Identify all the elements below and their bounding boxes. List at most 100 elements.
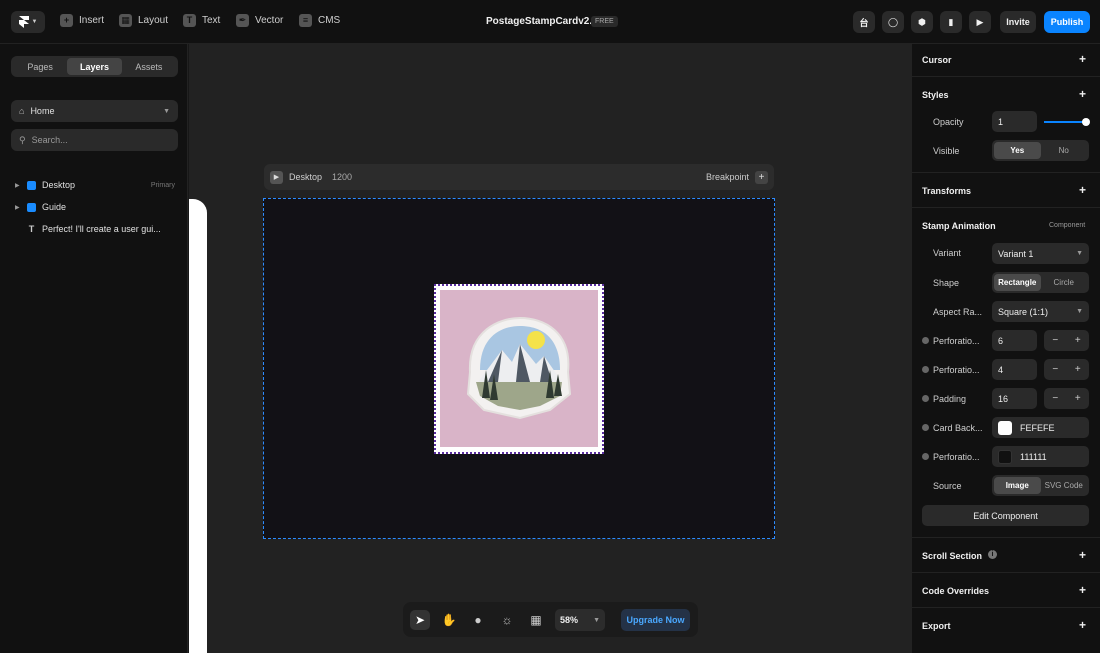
comment-tool[interactable]: ● [468, 610, 488, 630]
stamp-image [440, 290, 598, 447]
visible-no[interactable]: No [1041, 142, 1088, 159]
shape-circle[interactable]: Circle [1041, 274, 1088, 291]
localization-button[interactable]: 台 [853, 11, 875, 33]
padding-input[interactable]: 16 [992, 388, 1037, 409]
plus-icon[interactable]: + [1067, 330, 1090, 351]
source-svg-code[interactable]: SVG Code [1041, 477, 1088, 494]
layer-item-guide[interactable]: ▶ Guide [15, 199, 175, 215]
color-swatch[interactable] [998, 420, 1012, 435]
hand-tool[interactable]: ✋ [439, 610, 459, 630]
framer-menu-button[interactable]: ▼ [11, 11, 45, 33]
perforation-spacing-value: 4 [998, 364, 1004, 375]
frame-icon [27, 202, 36, 212]
section-transforms[interactable]: Transforms [922, 186, 971, 196]
caret-right-icon[interactable]: ▶ [15, 204, 21, 211]
add-cursor-icon[interactable]: + [1079, 52, 1086, 66]
variable-dot-icon[interactable] [922, 366, 929, 373]
plus-icon[interactable]: + [1067, 359, 1090, 380]
chevron-down-icon: ▼ [593, 616, 600, 624]
padding-stepper: − + [1044, 388, 1089, 409]
analytics-button[interactable]: ▮ [940, 11, 962, 33]
frame-icon [27, 180, 36, 190]
variable-dot-icon[interactable] [922, 337, 929, 344]
opacity-slider-thumb[interactable] [1082, 118, 1090, 126]
section-styles[interactable]: Styles [922, 90, 949, 100]
tab-assets[interactable]: Assets [122, 58, 176, 75]
layer-search-input[interactable]: ⚲ Search... [11, 129, 178, 151]
section-scroll[interactable]: Scroll Section [922, 551, 982, 561]
zoom-select[interactable]: 58% ▼ [555, 609, 605, 631]
perforation-size-stepper: − + [1044, 330, 1089, 351]
chevron-down-icon: ▼ [1076, 308, 1083, 315]
plus-icon[interactable]: + [1067, 388, 1090, 409]
cms-button[interactable]: ≡ CMS [299, 14, 340, 27]
add-breakpoint-icon[interactable]: + [755, 170, 768, 184]
card-background-color-input[interactable]: FEFEFE [992, 417, 1089, 438]
layout-button[interactable]: ▦ Layout [119, 14, 168, 27]
section-cursor[interactable]: Cursor [922, 55, 952, 65]
plan-badge: FREE [591, 16, 618, 27]
add-export-icon[interactable]: + [1079, 618, 1086, 632]
variant-select[interactable]: Variant 1 ▼ [992, 243, 1089, 264]
minus-icon[interactable]: − [1044, 359, 1067, 380]
tab-layers[interactable]: Layers [67, 58, 122, 75]
visible-yes[interactable]: Yes [994, 142, 1041, 159]
theme-toggle[interactable]: ☼ [497, 610, 517, 630]
select-tool[interactable]: ➤ [410, 610, 430, 630]
edit-component-button[interactable]: Edit Component [922, 505, 1089, 526]
variant-label: Variant [933, 248, 961, 258]
upgrade-button[interactable]: Upgrade Now [621, 609, 690, 631]
minus-icon[interactable]: − [1044, 388, 1067, 409]
preview-button[interactable]: ▶ [969, 11, 991, 33]
add-style-icon[interactable]: + [1079, 87, 1086, 101]
perforation-spacing-input[interactable]: 4 [992, 359, 1037, 380]
vector-button[interactable]: ✒ Vector [236, 14, 283, 27]
shape-rectangle[interactable]: Rectangle [994, 274, 1041, 291]
tab-pages[interactable]: Pages [13, 58, 67, 75]
layout-label: Layout [138, 15, 169, 26]
perforation-size-label: Perforatio... [933, 336, 980, 346]
guide-frame-edge[interactable] [189, 199, 207, 653]
breakpoint-label[interactable]: Breakpoint [706, 172, 749, 182]
add-transform-icon[interactable]: + [1079, 183, 1086, 197]
add-scroll-icon[interactable]: + [1079, 548, 1086, 562]
frame-header[interactable]: ▶ Desktop 1200 Breakpoint + [264, 164, 774, 190]
variable-dot-icon[interactable] [922, 424, 929, 431]
caret-right-icon[interactable]: ▶ [15, 182, 21, 189]
variable-dot-icon[interactable] [922, 453, 929, 460]
page-selector[interactable]: ⌂ Home ▼ [11, 100, 178, 122]
source-image[interactable]: Image [994, 477, 1041, 494]
layer-item-desktop[interactable]: ▶ Desktop Primary [15, 177, 175, 193]
perforation-color-input[interactable]: 111111 [992, 446, 1089, 467]
zoom-value: 58% [560, 615, 579, 625]
layer-item-text[interactable]: T Perfect! I'll create a user gui... [15, 221, 175, 237]
invite-button[interactable]: Invite [1000, 11, 1036, 33]
text-button[interactable]: T Text [183, 14, 220, 27]
section-export[interactable]: Export [922, 621, 951, 631]
document-title[interactable]: PostageStampCardv2.0 [486, 16, 598, 27]
cms-label: CMS [318, 15, 341, 26]
site-settings-button[interactable]: ◯ [882, 11, 904, 33]
variable-dot-icon[interactable] [922, 395, 929, 402]
opacity-slider-track[interactable] [1044, 121, 1086, 123]
perforation-size-input[interactable]: 6 [992, 330, 1037, 351]
left-panel: Pages Layers Assets ⌂ Home ▼ ⚲ Search...… [0, 44, 188, 653]
layer-label: Guide [42, 202, 67, 212]
aspect-ratio-value: Square (1:1) [998, 306, 1049, 317]
insert-button[interactable]: + Insert [60, 14, 104, 27]
components-tool[interactable]: ▦ [526, 610, 546, 630]
add-override-icon[interactable]: + [1079, 583, 1086, 597]
play-icon[interactable]: ▶ [270, 170, 283, 184]
info-icon[interactable]: i [988, 550, 997, 559]
minus-icon[interactable]: − [1044, 330, 1067, 351]
color-swatch[interactable] [998, 449, 1012, 464]
vector-label: Vector [255, 15, 284, 26]
database-icon: ≡ [299, 14, 312, 27]
frame-width: 1200 [332, 172, 353, 182]
plugins-button[interactable]: ⬢ [911, 11, 933, 33]
aspect-ratio-select[interactable]: Square (1:1) ▼ [992, 301, 1089, 322]
section-code-overrides[interactable]: Code Overrides [922, 586, 989, 596]
opacity-input[interactable]: 1 [992, 111, 1037, 132]
publish-button[interactable]: Publish [1044, 11, 1090, 33]
plus-icon: + [60, 14, 73, 27]
